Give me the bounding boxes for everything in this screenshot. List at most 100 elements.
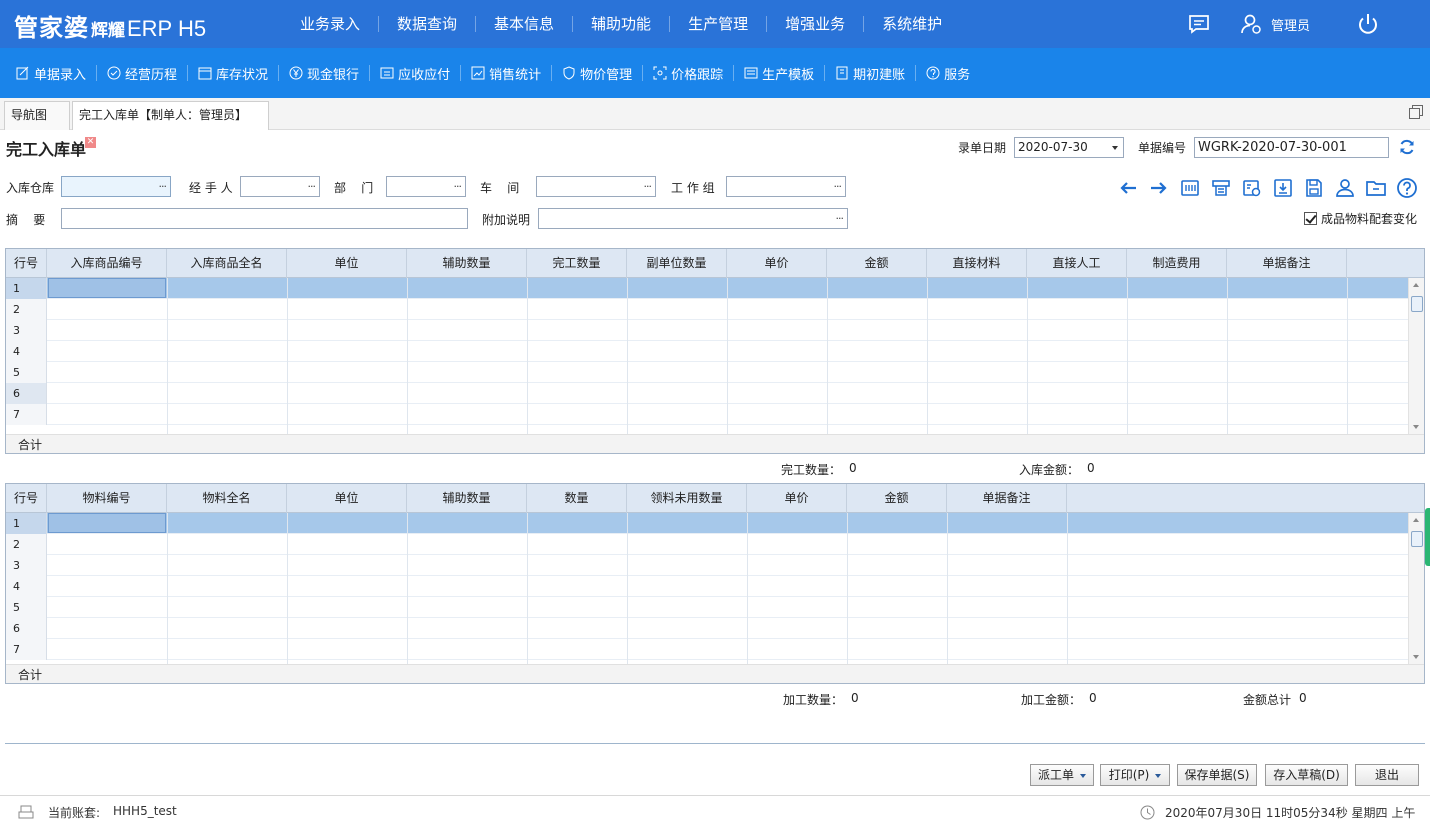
printer-icon[interactable] — [1209, 176, 1233, 200]
summary-field[interactable] — [61, 208, 468, 229]
scroll-up-icon[interactable] — [1413, 518, 1419, 522]
folder-icon[interactable] — [1364, 176, 1388, 200]
table-row[interactable]: 6 — [6, 383, 1408, 404]
quick-nav-item-receivable[interactable]: 应收应付 — [370, 65, 462, 83]
save-button[interactable]: 保存单据(S) — [1177, 764, 1257, 786]
scroll-down-icon[interactable] — [1413, 425, 1419, 429]
column-header[interactable]: 副单位数量 — [627, 249, 727, 278]
ellipsis-icon[interactable]: ··· — [836, 209, 844, 228]
checkbox-checked-icon[interactable] — [1304, 212, 1317, 225]
column-header[interactable]: 单据备注 — [947, 484, 1067, 513]
table-row[interactable]: 3 — [6, 555, 1408, 576]
tab-navigation-map[interactable]: 导航图 — [4, 101, 70, 130]
save-icon[interactable] — [1302, 176, 1326, 200]
close-icon[interactable]: ✕ — [85, 137, 96, 148]
main-nav-item-system[interactable]: 系统维护 — [864, 16, 960, 32]
column-header[interactable]: 辅助数量 — [407, 484, 527, 513]
table-row[interactable]: 1 — [6, 278, 1408, 299]
handler-field[interactable]: ··· — [240, 176, 320, 197]
column-header[interactable]: 直接人工 — [1027, 249, 1127, 278]
ellipsis-icon[interactable]: ··· — [308, 177, 316, 196]
document-number-field[interactable]: WGRK-2020-07-30-001 — [1194, 137, 1389, 158]
settings-doc-icon[interactable] — [1240, 176, 1264, 200]
person-icon[interactable] — [1333, 176, 1357, 200]
main-nav-item-query[interactable]: 数据查询 — [379, 16, 477, 32]
quick-nav-item-stock[interactable]: 库存状况 — [188, 65, 280, 83]
ellipsis-icon[interactable]: ··· — [454, 177, 462, 196]
department-field[interactable]: ··· — [386, 176, 466, 197]
table-row[interactable]: 7 — [6, 404, 1408, 425]
save-draft-button[interactable]: 存入草稿(D) — [1265, 764, 1348, 786]
workshop-field[interactable]: ··· — [536, 176, 656, 197]
product-grid-scrollbar[interactable] — [1408, 278, 1424, 434]
exit-button[interactable]: 退出 — [1355, 764, 1419, 786]
column-header[interactable]: 金额 — [827, 249, 927, 278]
scroll-up-icon[interactable] — [1413, 283, 1419, 287]
quick-nav-item-template[interactable]: 生产模板 — [734, 65, 826, 83]
material-grid-scrollbar[interactable] — [1408, 513, 1424, 664]
quick-nav-item-service[interactable]: 服务 — [916, 65, 980, 83]
dispatch-button[interactable]: 派工单 — [1030, 764, 1094, 786]
quick-nav-item-cash[interactable]: 现金银行 — [279, 65, 371, 83]
column-header[interactable]: 直接材料 — [927, 249, 1027, 278]
user-icon[interactable] — [1239, 12, 1263, 36]
print-button[interactable]: 打印(P) — [1100, 764, 1170, 786]
table-row[interactable]: 2 — [6, 299, 1408, 320]
column-header[interactable]: 辅助数量 — [407, 249, 527, 278]
column-header[interactable]: 行号 — [6, 484, 47, 513]
table-row[interactable]: 4 — [6, 341, 1408, 362]
main-nav-item-aux[interactable]: 辅助功能 — [573, 16, 671, 32]
team-field[interactable]: ··· — [726, 176, 846, 197]
table-row[interactable]: 2 — [6, 534, 1408, 555]
material-change-checkbox[interactable]: 成品物料配套变化 — [1304, 210, 1417, 227]
scroll-thumb[interactable] — [1411, 296, 1423, 312]
column-header[interactable]: 单价 — [727, 249, 827, 278]
table-row[interactable]: 3 — [6, 320, 1408, 341]
column-header[interactable]: 单位 — [287, 484, 407, 513]
table-row[interactable]: 7 — [6, 639, 1408, 660]
column-header[interactable]: 完工数量 — [527, 249, 627, 278]
barcode-icon[interactable] — [1178, 176, 1202, 200]
table-row[interactable]: 6 — [6, 618, 1408, 639]
ellipsis-icon[interactable]: ··· — [159, 177, 167, 196]
quick-nav-item-tracking[interactable]: 价格跟踪 — [643, 65, 735, 83]
main-nav-item-enhanced[interactable]: 增强业务 — [767, 16, 865, 32]
side-drawer-handle[interactable] — [1425, 508, 1430, 566]
arrow-right-icon[interactable] — [1147, 176, 1171, 200]
active-cell[interactable] — [48, 513, 166, 533]
restore-window-icon[interactable] — [1408, 104, 1424, 120]
help-icon[interactable] — [1395, 176, 1419, 200]
quick-nav-item-sales[interactable]: 销售统计 — [461, 65, 553, 83]
column-header[interactable]: 单位 — [287, 249, 407, 278]
column-header[interactable]: 入库商品全名 — [167, 249, 287, 278]
scroll-thumb[interactable] — [1411, 531, 1423, 547]
column-header[interactable]: 单价 — [747, 484, 847, 513]
column-header[interactable]: 入库商品编号 — [47, 249, 167, 278]
column-header[interactable]: 领料未用数量 — [627, 484, 747, 513]
import-icon[interactable] — [1271, 176, 1295, 200]
column-header[interactable]: 金额 — [847, 484, 947, 513]
quick-nav-item-opening[interactable]: 期初建账 — [825, 65, 917, 83]
main-nav-item-entry[interactable]: 业务录入 — [282, 16, 380, 32]
quick-nav-item-entry[interactable]: 单据录入 — [6, 65, 98, 83]
quick-nav-item-history[interactable]: 经营历程 — [97, 65, 189, 83]
power-icon[interactable] — [1356, 12, 1380, 36]
column-header[interactable]: 物料编号 — [47, 484, 167, 513]
active-cell[interactable] — [48, 278, 166, 298]
column-header[interactable]: 单据备注 — [1227, 249, 1347, 278]
date-select[interactable]: 2020-07-30 — [1014, 137, 1124, 158]
tab-completion-receipt[interactable]: 完工入库单【制单人：管理员】 ✕ — [72, 101, 269, 148]
arrow-left-icon[interactable] — [1116, 176, 1140, 200]
column-header[interactable]: 行号 — [6, 249, 47, 278]
refresh-icon[interactable] — [1398, 138, 1416, 156]
column-header[interactable]: 数量 — [527, 484, 627, 513]
message-icon[interactable] — [1187, 12, 1211, 36]
note-field[interactable]: ··· — [538, 208, 848, 229]
scroll-down-icon[interactable] — [1413, 655, 1419, 659]
column-header[interactable]: 物料全名 — [167, 484, 287, 513]
quick-nav-item-price[interactable]: 物价管理 — [552, 65, 644, 83]
user-name[interactable]: 管理员 — [1271, 15, 1310, 34]
main-nav-item-basic[interactable]: 基本信息 — [476, 16, 574, 32]
ellipsis-icon[interactable]: ··· — [644, 177, 652, 196]
table-row[interactable]: 1 — [6, 513, 1408, 534]
